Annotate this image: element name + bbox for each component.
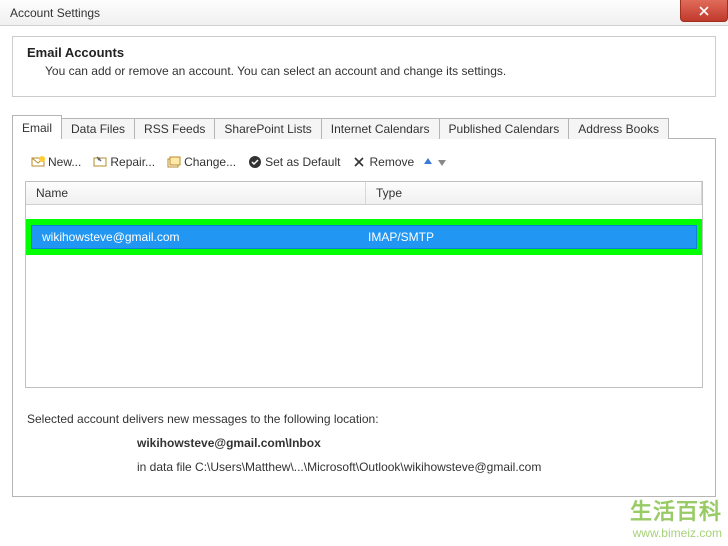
move-down-button[interactable] [436, 156, 448, 168]
change-label: Change... [184, 155, 236, 169]
remove-icon [352, 155, 366, 169]
list-header: Name Type [26, 182, 702, 205]
titlebar: Account Settings [0, 0, 728, 26]
change-button[interactable]: Change... [163, 153, 240, 171]
data-file-prefix: in data file [137, 460, 195, 474]
new-label: New... [48, 155, 81, 169]
set-default-label: Set as Default [265, 155, 340, 169]
account-type: IMAP/SMTP [360, 230, 694, 244]
new-icon [31, 155, 45, 169]
new-button[interactable]: New... [27, 153, 85, 171]
tab-data-files[interactable]: Data Files [61, 118, 135, 139]
delivery-folder: wikihowsteve@gmail.com\Inbox [27, 436, 701, 450]
list-body[interactable]: wikihowsteve@gmail.com IMAP/SMTP [26, 219, 702, 387]
tab-row: Email Data Files RSS Feeds SharePoint Li… [12, 115, 716, 139]
set-default-button[interactable]: Set as Default [244, 153, 344, 171]
column-name[interactable]: Name [26, 182, 366, 204]
reorder-arrows [422, 156, 448, 168]
data-file-path: C:\Users\Matthew\...\Microsoft\Outlook\w… [195, 460, 541, 474]
change-icon [167, 155, 181, 169]
tab-internet-calendars[interactable]: Internet Calendars [321, 118, 440, 139]
tab-published-calendars[interactable]: Published Calendars [439, 118, 570, 139]
tabs-area: Email Data Files RSS Feeds SharePoint Li… [12, 115, 716, 497]
highlight-annotation: wikihowsteve@gmail.com IMAP/SMTP [26, 219, 702, 255]
check-icon [248, 155, 262, 169]
window-title: Account Settings [10, 6, 100, 20]
move-up-button[interactable] [422, 156, 434, 168]
account-row[interactable]: wikihowsteve@gmail.com IMAP/SMTP [31, 225, 697, 249]
content-area: Email Accounts You can add or remove an … [0, 26, 728, 507]
account-name: wikihowsteve@gmail.com [34, 230, 360, 244]
watermark-url: www.bimeiz.com [630, 526, 722, 540]
remove-label: Remove [369, 155, 414, 169]
repair-button[interactable]: Repair... [89, 153, 159, 171]
repair-label: Repair... [110, 155, 155, 169]
close-icon [699, 6, 709, 16]
section-title: Email Accounts [27, 45, 701, 60]
close-button[interactable] [680, 0, 728, 22]
toolbar: New... Repair... Change... Set as Defaul… [21, 149, 707, 181]
data-file-line: in data file C:\Users\Matthew\...\Micros… [27, 460, 701, 474]
account-list: Name Type wikihowsteve@gmail.com IMAP/SM… [25, 181, 703, 388]
tab-panel: New... Repair... Change... Set as Defaul… [12, 138, 716, 497]
footer-info: Selected account delivers new messages t… [21, 412, 707, 474]
delivery-label: Selected account delivers new messages t… [27, 412, 701, 426]
column-type[interactable]: Type [366, 182, 702, 204]
arrow-up-icon [423, 157, 433, 167]
repair-icon [93, 155, 107, 169]
email-accounts-section: Email Accounts You can add or remove an … [12, 36, 716, 97]
tab-address-books[interactable]: Address Books [568, 118, 669, 139]
section-description: You can add or remove an account. You ca… [27, 64, 701, 78]
tab-sharepoint-lists[interactable]: SharePoint Lists [214, 118, 321, 139]
tab-email[interactable]: Email [12, 115, 62, 139]
remove-button[interactable]: Remove [348, 153, 418, 171]
arrow-down-icon [437, 157, 447, 167]
tab-rss-feeds[interactable]: RSS Feeds [134, 118, 215, 139]
